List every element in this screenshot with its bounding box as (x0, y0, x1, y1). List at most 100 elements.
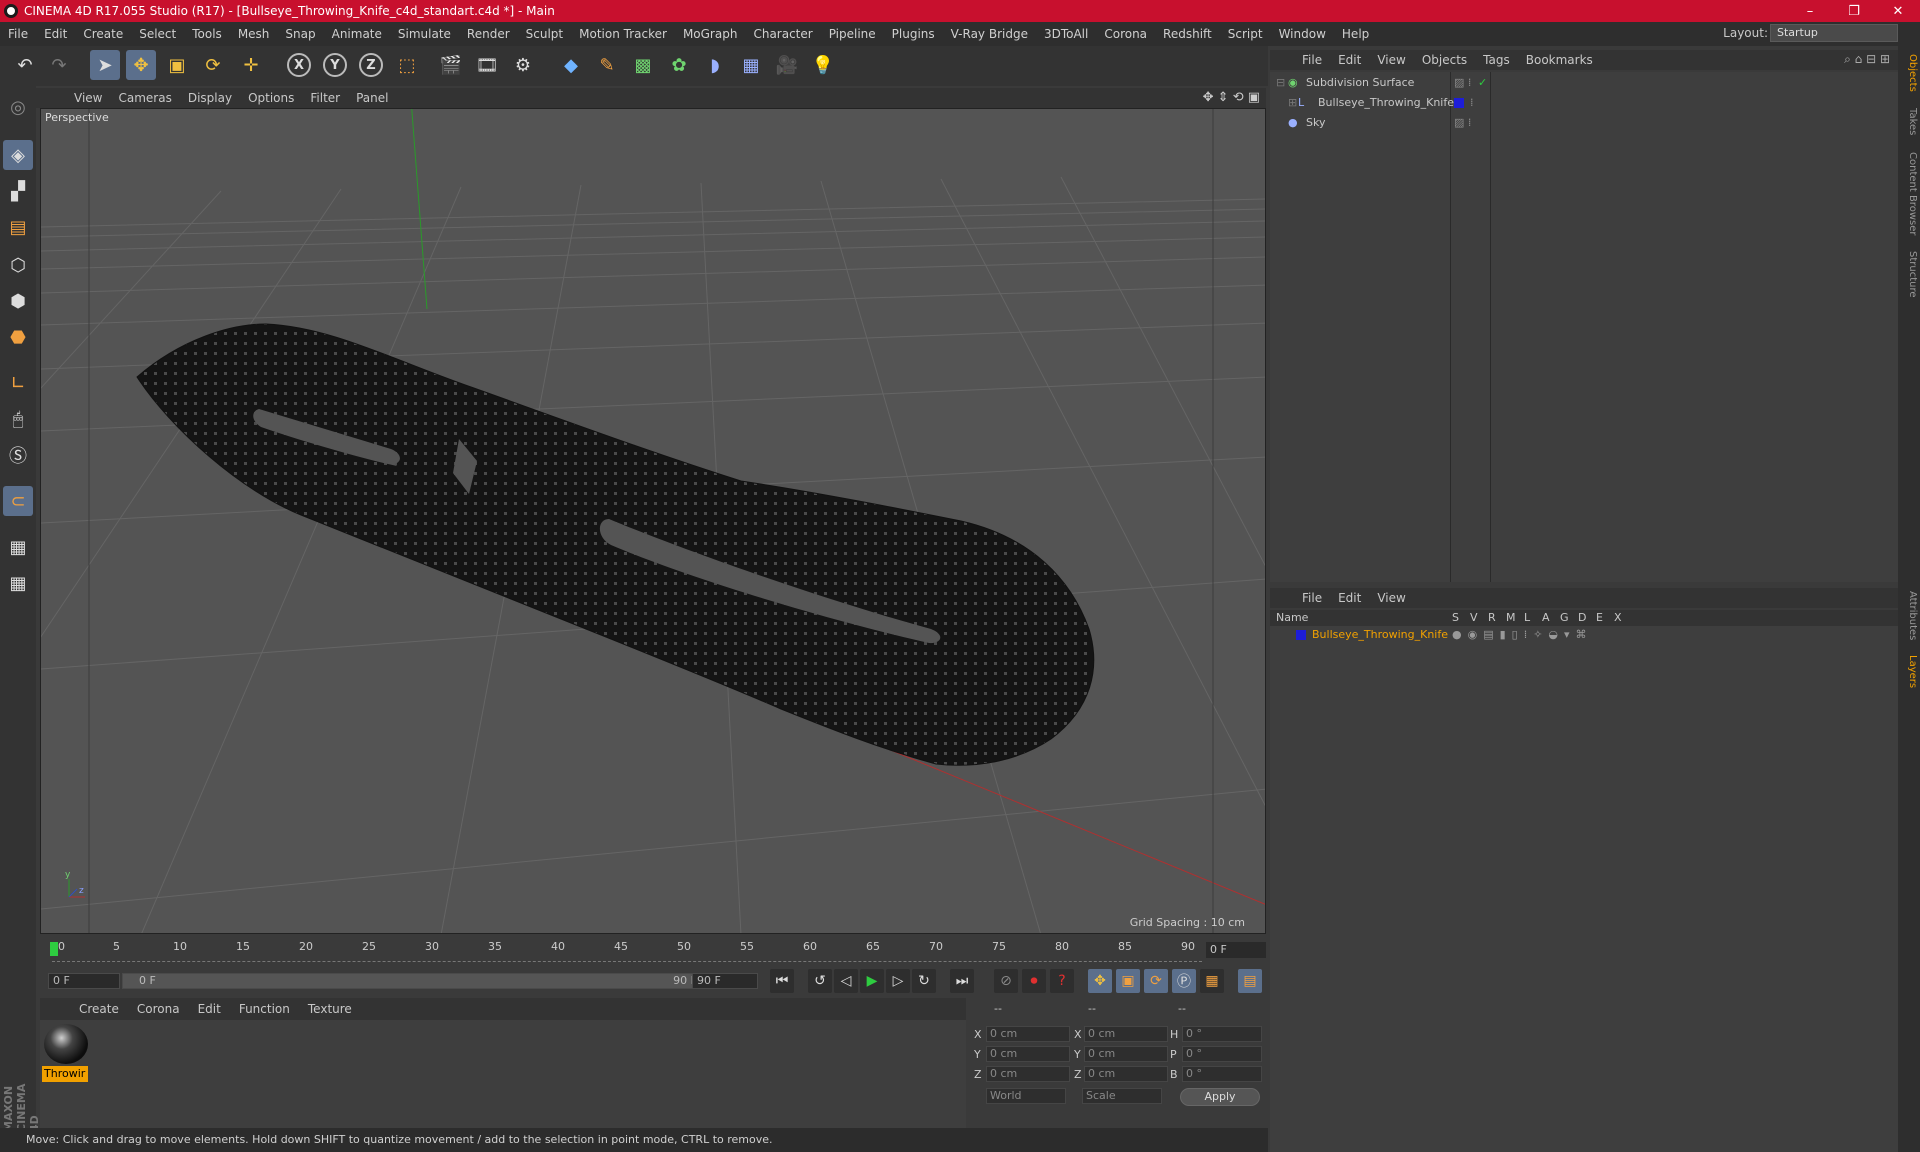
timeline-ruler[interactable]: 0 5 10 15 20 25 30 35 40 45 50 55 60 65 … (40, 936, 1266, 964)
go-to-end-icon[interactable]: ⏭ (950, 969, 974, 993)
snap-icon[interactable]: ⊂ (3, 486, 33, 516)
redo-icon[interactable]: ↷ (44, 50, 74, 80)
subdivision-icon[interactable]: ▩ (628, 50, 658, 80)
tab-content-browser[interactable]: Content Browser (1900, 146, 1918, 242)
menu-pipeline[interactable]: Pipeline (821, 27, 884, 41)
object-menu-bookmarks[interactable]: Bookmarks (1518, 53, 1601, 67)
size-y-field[interactable]: 0 cm (1084, 1046, 1168, 1062)
layer-menu-file[interactable]: File (1294, 591, 1330, 605)
viewport-menu-display[interactable]: Display (180, 91, 240, 105)
menu-window[interactable]: Window (1271, 27, 1334, 41)
object-menu-file[interactable]: File (1294, 53, 1330, 67)
material-menu-edit[interactable]: Edit (189, 1002, 230, 1016)
expand-icon[interactable]: ⊟ (1276, 74, 1285, 92)
expand-icon[interactable]: ⊞ (1288, 94, 1297, 112)
menu-redshift[interactable]: Redshift (1155, 27, 1220, 41)
make-editable-icon[interactable]: ◎ (3, 92, 33, 122)
y-axis-lock[interactable]: Y (320, 50, 350, 80)
material-menu-function[interactable]: Function (230, 1002, 299, 1016)
deformer-icon[interactable]: ◗ (700, 50, 730, 80)
object-menu-view[interactable]: View (1369, 53, 1413, 67)
coordinate-system-icon[interactable]: ⬚ (392, 50, 422, 80)
menu-edit[interactable]: Edit (36, 27, 75, 41)
keyframe-help-icon[interactable]: ? (1050, 969, 1074, 993)
close-button[interactable]: ✕ (1876, 0, 1920, 22)
render-picture-viewer-icon[interactable]: 🎞 (472, 50, 502, 80)
menu-snap[interactable]: Snap (277, 27, 323, 41)
move-tool-icon[interactable]: ✥ (126, 50, 156, 80)
pen-spline-icon[interactable]: ✎ (592, 50, 622, 80)
rotation-p-field[interactable]: 0 ° (1182, 1046, 1262, 1062)
material-menu-create[interactable]: Create (70, 1002, 128, 1016)
select-tool-icon[interactable]: ➤ (90, 50, 120, 80)
object-row-sky[interactable]: ● Sky ▨ ⁞ (1270, 114, 1898, 132)
menu-vray-bridge[interactable]: V-Ray Bridge (943, 27, 1036, 41)
layer-color-swatch[interactable] (1296, 630, 1306, 640)
axis-mode-icon[interactable]: ∟ (3, 368, 33, 398)
restore-button[interactable]: ❐ (1832, 0, 1876, 22)
object-manager-search-icon[interactable]: ⌕ ⌂ ⊟ ⊞ (1844, 52, 1890, 67)
menu-create[interactable]: Create (75, 27, 131, 41)
position-y-field[interactable]: 0 cm (986, 1046, 1070, 1062)
render-settings-icon[interactable]: ⚙ (508, 50, 538, 80)
record-keys-icon[interactable]: ⊘ (994, 969, 1018, 993)
tab-objects[interactable]: Objects (1900, 50, 1918, 96)
menu-corona[interactable]: Corona (1096, 27, 1155, 41)
frame-range-slider[interactable]: 0 F 90 F (122, 973, 722, 989)
model-mode-icon[interactable]: ◈ (3, 140, 33, 170)
object-name[interactable]: Subdivision Surface (1306, 74, 1414, 92)
timeline-window-icon[interactable]: ▤ (1238, 969, 1262, 993)
cloner-icon[interactable]: ✿ (664, 50, 694, 80)
viewport-nav-icons[interactable]: ✥ ⇕ ⟲ ▣ (1203, 90, 1260, 105)
autokey-icon[interactable]: ⏺ (1022, 969, 1046, 993)
layer-menu-view[interactable]: View (1369, 591, 1413, 605)
z-axis-lock[interactable]: Z (356, 50, 386, 80)
rotation-b-field[interactable]: 0 ° (1182, 1066, 1262, 1082)
menu-character[interactable]: Character (745, 27, 820, 41)
camera-icon[interactable]: 🎥 (772, 50, 802, 80)
material-name-label[interactable]: Throwir (42, 1066, 88, 1082)
menu-tools[interactable]: Tools (184, 27, 230, 41)
undo-icon[interactable]: ↶ (10, 50, 40, 80)
menu-mograph[interactable]: MoGraph (675, 27, 746, 41)
polygons-mode-icon[interactable]: ⬣ (3, 322, 33, 352)
object-name[interactable]: Sky (1306, 114, 1325, 132)
viewport-menu-filter[interactable]: Filter (302, 91, 348, 105)
object-row-subdivision[interactable]: ⊟ ◉ Subdivision Surface ▨ ⁞ ✓ (1270, 74, 1898, 92)
workplane-lock-icon[interactable]: ▦ (3, 532, 33, 562)
layer-color-swatch[interactable] (1454, 98, 1464, 108)
material-menu-corona[interactable]: Corona (128, 1002, 189, 1016)
key-rotation-icon[interactable]: ⟳ (1144, 969, 1168, 993)
menu-3dtoall[interactable]: 3DToAll (1036, 27, 1096, 41)
scale-tool-icon[interactable]: ▣ (162, 50, 192, 80)
x-axis-lock[interactable]: X (284, 50, 314, 80)
layer-name[interactable]: Bullseye_Throwing_Knife (1312, 626, 1448, 644)
object-row-knife[interactable]: ⊞ Ⅼ Bullseye_Throwing_Knife ⁞ (1270, 94, 1898, 112)
material-preview-ball[interactable] (44, 1024, 88, 1064)
viewport-menu-cameras[interactable]: Cameras (110, 91, 179, 105)
layer-flag-icons[interactable]: ●◉▤▮▯⁞✧◒▾⌘ (1452, 626, 1593, 644)
coordinate-mode-select[interactable]: World (986, 1088, 1066, 1104)
tab-takes[interactable]: Takes (1900, 102, 1918, 142)
tab-layers[interactable]: Layers (1900, 652, 1918, 692)
menu-help[interactable]: Help (1334, 27, 1377, 41)
menu-render[interactable]: Render (459, 27, 518, 41)
position-x-field[interactable]: 0 cm (986, 1026, 1070, 1042)
apply-button[interactable]: Apply (1180, 1088, 1260, 1106)
menu-motion-tracker[interactable]: Motion Tracker (571, 27, 675, 41)
start-frame-field[interactable]: 0 F (48, 973, 120, 989)
menu-script[interactable]: Script (1220, 27, 1271, 41)
object-name[interactable]: Bullseye_Throwing_Knife (1318, 94, 1454, 112)
cube-object-icon[interactable]: ◆ (556, 50, 586, 80)
menu-simulate[interactable]: Simulate (390, 27, 459, 41)
menu-file[interactable]: File (0, 27, 36, 41)
texture-mode-icon[interactable]: ▞ (3, 176, 33, 206)
playhead-marker[interactable] (50, 942, 58, 956)
workplane-icon[interactable]: ▤ (3, 212, 33, 242)
previous-key-icon[interactable]: ↺ (808, 969, 832, 993)
viewport-menu-options[interactable]: Options (240, 91, 302, 105)
current-frame-field[interactable]: 0 F (1206, 942, 1266, 958)
viewport-menu-panel[interactable]: Panel (348, 91, 396, 105)
menu-mesh[interactable]: Mesh (230, 27, 278, 41)
viewport-menu-view[interactable]: View (66, 91, 110, 105)
